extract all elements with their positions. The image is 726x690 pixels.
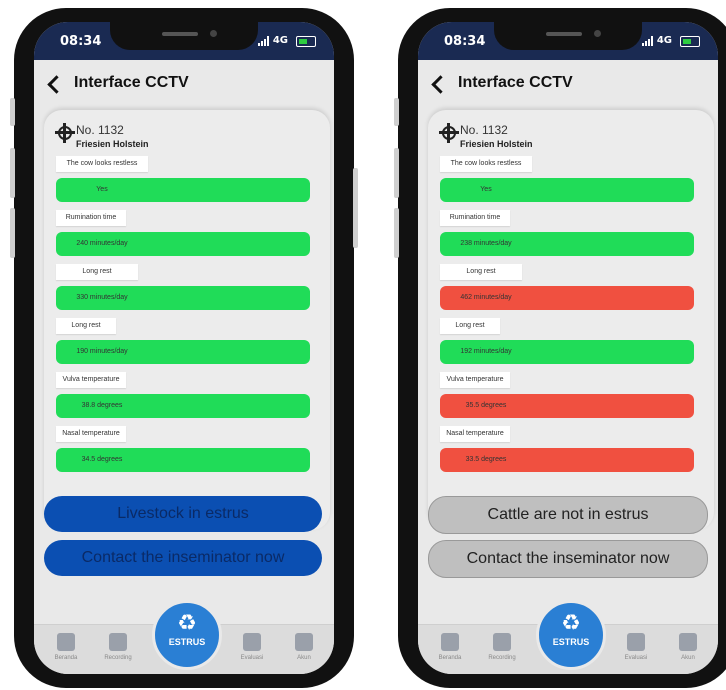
mail-icon [627, 633, 645, 651]
cow-number: No. 1132 [76, 123, 124, 137]
home-icon [441, 633, 459, 651]
metric-label: Long rest [440, 318, 500, 334]
screen: 08:34 4G Interface CCTV No. 1132 Friesie… [34, 22, 334, 674]
metric-value-bar: 190 minutes/day [56, 340, 310, 364]
metric-value-bar: 34.5 degrees [56, 448, 310, 472]
metric-label: Nasal temperature [440, 426, 510, 442]
metric-label: Rumination time [440, 210, 510, 226]
cow-number: No. 1132 [460, 123, 508, 137]
back-arrow-icon[interactable] [47, 75, 66, 94]
crosshair-icon [55, 123, 75, 143]
clipboard-icon [493, 633, 511, 651]
network-type: 4G [272, 35, 288, 46]
estrus-result-button[interactable]: Livestock in estrus [44, 496, 322, 532]
recycle-icon: ♻ [561, 610, 581, 635]
signal-icon [258, 36, 270, 46]
metric-value-bar: Yes [440, 178, 694, 202]
power-button [353, 168, 358, 248]
app-header: Interface CCTV [34, 60, 334, 112]
recycle-icon: ♻ [177, 610, 197, 635]
metric-value-bar: 38.8 degrees [56, 394, 310, 418]
phone-right: 08:34 4G Interface CCTV No. 1132 Friesie… [394, 8, 726, 688]
metric-label: Long rest [440, 264, 522, 280]
phone-left: 08:34 4G Interface CCTV No. 1132 Friesie… [10, 8, 358, 688]
metric-value-bar: 192 minutes/day [440, 340, 694, 364]
back-arrow-icon[interactable] [431, 75, 450, 94]
metric-value-bar: 462 minutes/day [440, 286, 694, 310]
metric-value: 238 minutes/day [460, 240, 512, 247]
nav-beranda[interactable]: Beranda [430, 633, 470, 661]
contact-inseminator-button[interactable]: Contact the inseminator now [428, 540, 708, 578]
home-icon [57, 633, 75, 651]
contact-inseminator-button[interactable]: Contact the inseminator now [44, 540, 322, 576]
network-type: 4G [656, 35, 672, 46]
metric-label: Long rest [56, 264, 138, 280]
nav-evaluasi[interactable]: Evaluasi [616, 633, 656, 661]
app-header: Interface CCTV [418, 60, 718, 112]
page-title: Interface CCTV [74, 74, 189, 91]
metric-value: 462 minutes/day [460, 294, 512, 301]
nav-beranda[interactable]: Beranda [46, 633, 86, 661]
metric-value-bar: 330 minutes/day [56, 286, 310, 310]
metric-value: 33.5 degrees [465, 456, 507, 463]
metric-value: 240 minutes/day [76, 240, 128, 247]
volume-button [10, 98, 15, 126]
volume-button [394, 98, 399, 126]
metric-label: Nasal temperature [56, 426, 126, 442]
status-time: 08:34 [60, 34, 102, 49]
metric-value: 35.5 degrees [465, 402, 507, 409]
metric-label: The cow looks restless [440, 156, 532, 172]
metric-value-bar: 240 minutes/day [56, 232, 310, 256]
metric-value: 34.5 degrees [81, 456, 123, 463]
volume-button [394, 148, 399, 198]
metric-label: Vulva temperature [440, 372, 510, 388]
metric-value-bar: Yes [56, 178, 310, 202]
metric-label: Long rest [56, 318, 116, 334]
nav-recording[interactable]: Recording [482, 633, 522, 661]
nav-akun[interactable]: Akun [668, 633, 708, 661]
account-icon [295, 633, 313, 651]
metric-value: 330 minutes/day [76, 294, 128, 301]
nav-evaluasi[interactable]: Evaluasi [232, 633, 272, 661]
metric-label: The cow looks restless [56, 156, 148, 172]
battery-icon [680, 36, 700, 47]
estrus-result-button[interactable]: Cattle are not in estrus [428, 496, 708, 534]
crosshair-icon [439, 123, 459, 143]
metric-label: Vulva temperature [56, 372, 126, 388]
clipboard-icon [109, 633, 127, 651]
battery-icon [296, 36, 316, 47]
metric-value: Yes [480, 186, 492, 193]
page-title: Interface CCTV [458, 74, 573, 91]
metric-value: 190 minutes/day [76, 348, 128, 355]
notch [110, 22, 258, 50]
status-bar: 08:34 4G [418, 22, 718, 60]
volume-button [10, 208, 15, 258]
screen: 08:34 4G Interface CCTV No. 1132 Friesie… [418, 22, 718, 674]
status-bar: 08:34 4G [34, 22, 334, 60]
account-icon [679, 633, 697, 651]
metric-label: Rumination time [56, 210, 126, 226]
nav-akun[interactable]: Akun [284, 633, 324, 661]
cow-breed: Friesien Holstein [460, 139, 533, 149]
notch [494, 22, 642, 50]
metric-value: Yes [96, 186, 108, 193]
metric-value-bar: 238 minutes/day [440, 232, 694, 256]
volume-button [394, 208, 399, 258]
nav-estrus-button[interactable]: ♻ ESTRUS [152, 600, 222, 670]
volume-button [10, 148, 15, 198]
status-time: 08:34 [444, 34, 486, 49]
mail-icon [243, 633, 261, 651]
signal-icon [642, 36, 654, 46]
metric-value: 38.8 degrees [81, 402, 123, 409]
nav-estrus-button[interactable]: ♻ ESTRUS [536, 600, 606, 670]
metric-value: 192 minutes/day [460, 348, 512, 355]
metric-value-bar: 35.5 degrees [440, 394, 694, 418]
nav-recording[interactable]: Recording [98, 633, 138, 661]
metric-value-bar: 33.5 degrees [440, 448, 694, 472]
cow-breed: Friesien Holstein [76, 139, 149, 149]
